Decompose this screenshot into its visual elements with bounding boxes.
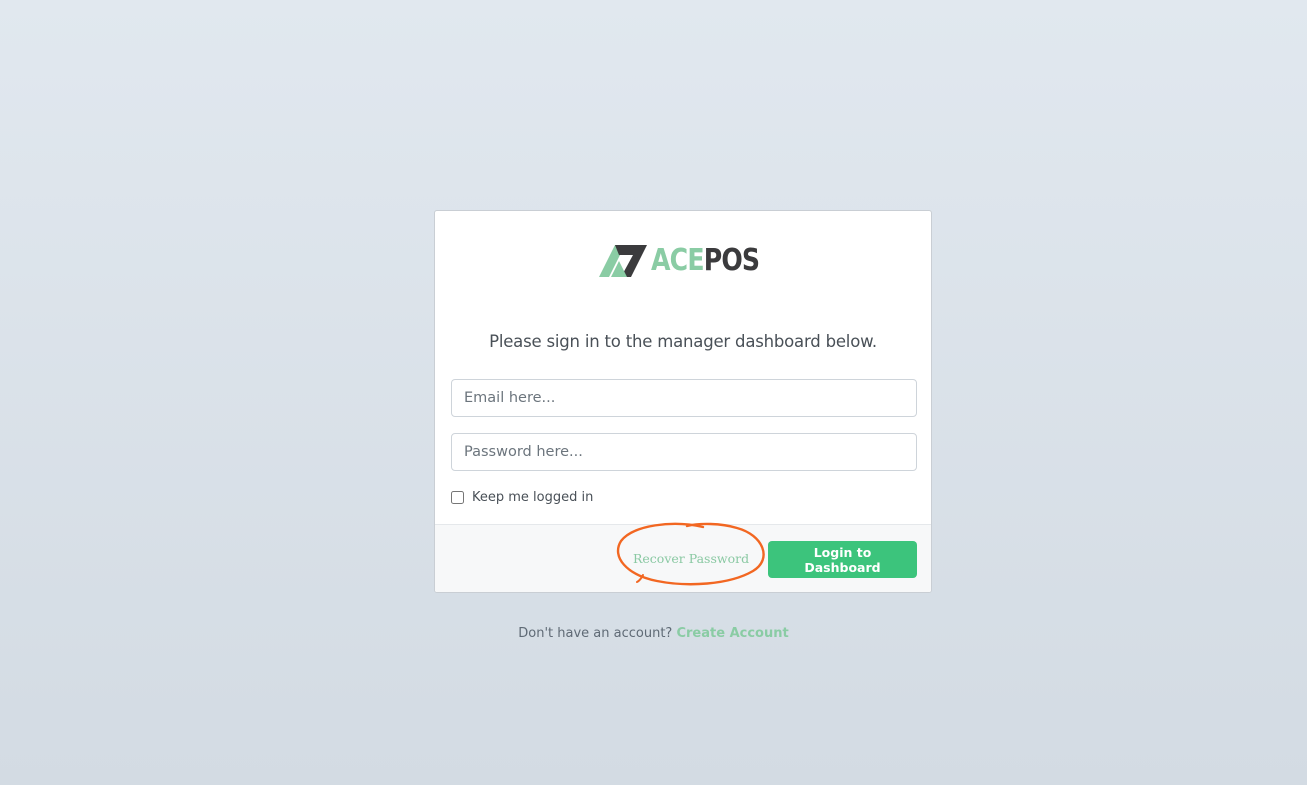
brand-logo: ACEPOS — [597, 243, 780, 279]
card-footer: Recover Password Login to Dashboard — [435, 522, 931, 592]
brand-name-pos: POS — [703, 243, 760, 278]
create-account-link[interactable]: Create Account — [676, 626, 788, 641]
remember-me-checkbox[interactable] — [451, 491, 464, 504]
recover-password-link[interactable]: Recover Password — [619, 541, 763, 577]
login-subtitle: Please sign in to the manager dashboard … — [489, 332, 877, 351]
signup-prompt-text: Don't have an account? — [518, 626, 673, 641]
acepos-logo-icon — [599, 245, 647, 277]
email-field[interactable] — [451, 379, 917, 417]
remember-me-label: Keep me logged in — [472, 490, 594, 505]
brand-name-ace: ACE — [651, 243, 705, 278]
brand-wordmark: ACEPOS — [651, 243, 760, 279]
login-button[interactable]: Login to Dashboard — [768, 541, 917, 578]
password-field[interactable] — [451, 433, 917, 471]
login-card: ACEPOS Please sign in to the manager das… — [434, 210, 932, 593]
signup-prompt: Don't have an account? Create Account — [0, 626, 1307, 641]
remember-me[interactable]: Keep me logged in — [451, 490, 593, 505]
